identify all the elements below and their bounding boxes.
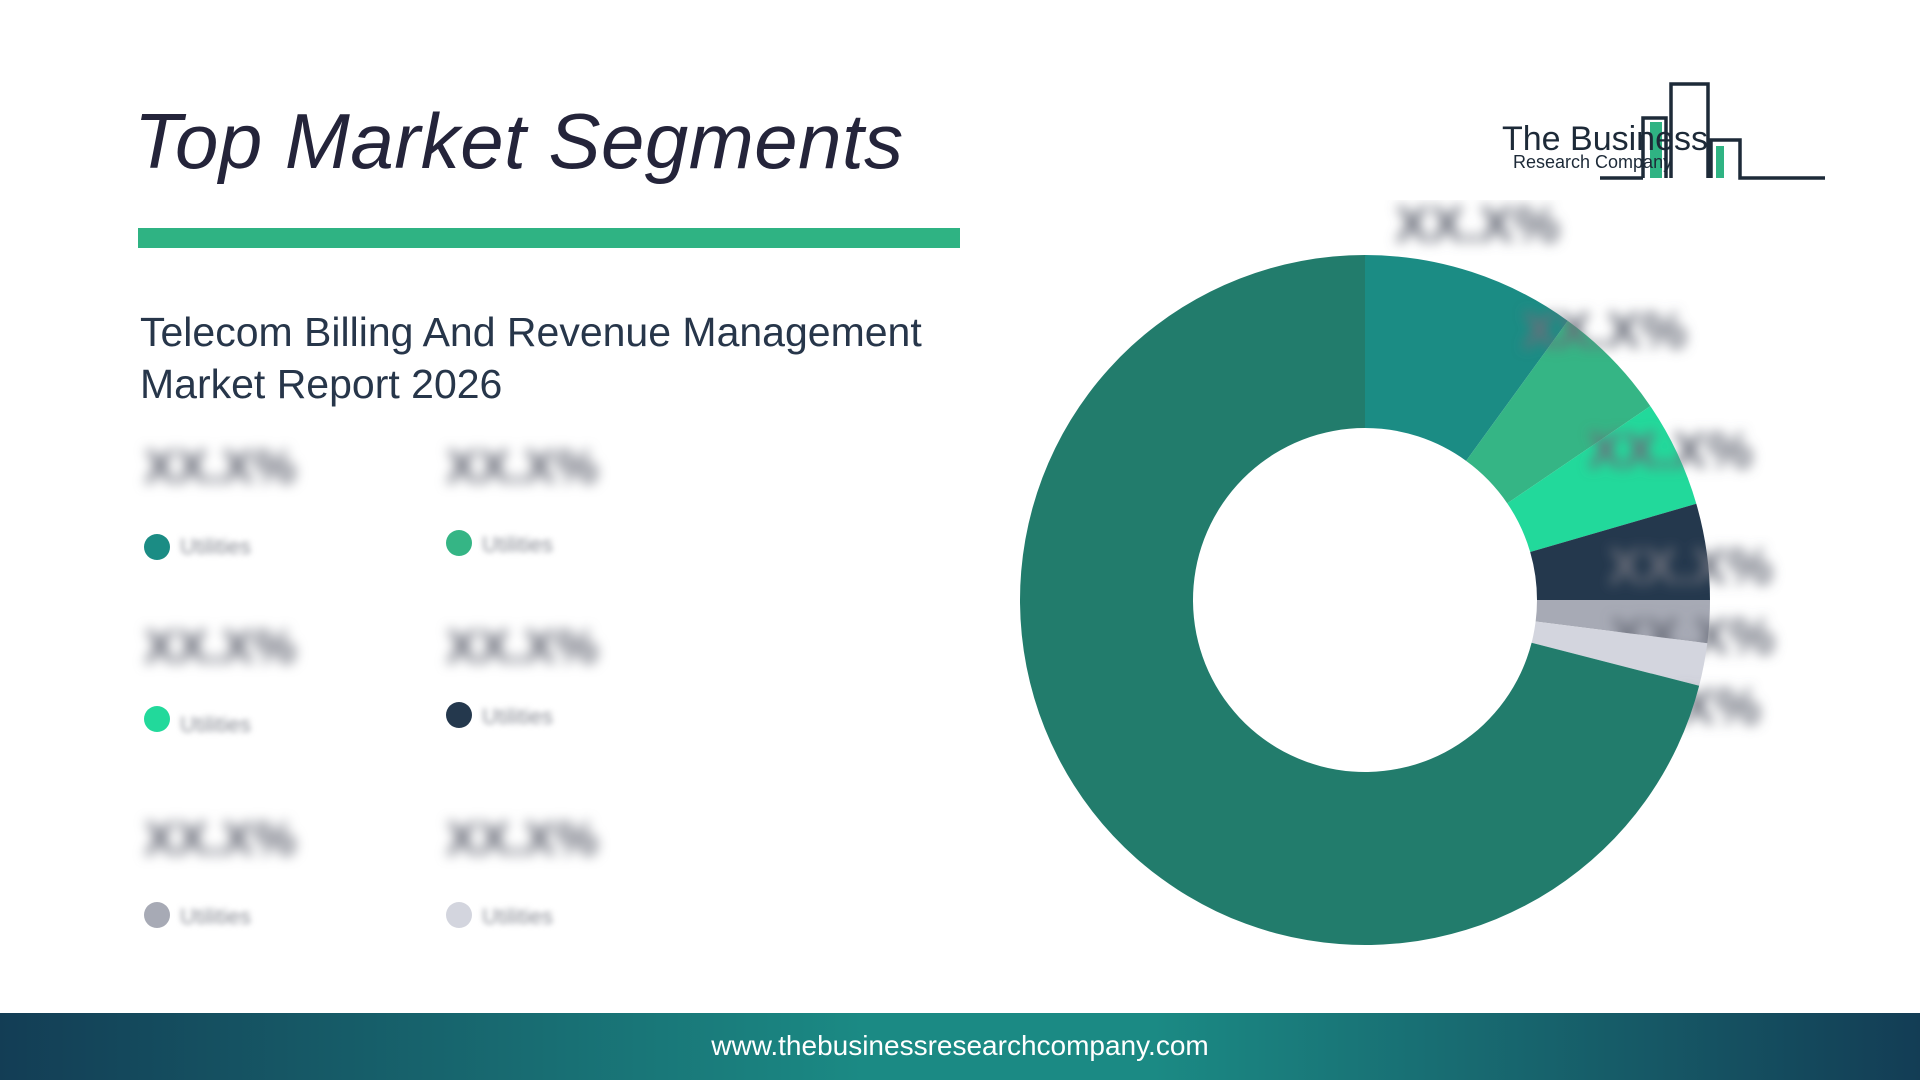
legend-value: XX.X% (446, 441, 599, 494)
legend-label: Utilities (180, 712, 251, 737)
legend-item: XX.X% Utilities (140, 440, 400, 560)
legend-dot (144, 902, 170, 928)
legend-item: XX.X% Utilities (442, 812, 702, 932)
company-logo: The Business Research Company (1500, 82, 1830, 182)
legend-value: XX.X% (144, 621, 297, 674)
legend-value: XX.X% (446, 621, 599, 674)
legend-label: Utilities (482, 532, 553, 557)
legend-dot (446, 702, 472, 728)
title-accent-bar (138, 228, 960, 248)
slice-value-label: XX.X% (1588, 422, 1753, 480)
legend-label: Utilities (180, 534, 251, 559)
slice-value-label: XX.X% (1608, 538, 1773, 596)
legend-dot (144, 706, 170, 732)
legend-dot (446, 902, 472, 928)
legend-label: Utilities (482, 904, 553, 929)
page-title: Top Market Segments (134, 97, 904, 185)
footer-url: www.thebusinessresearchcompany.com (711, 1030, 1209, 1061)
legend-item: XX.X% Utilities (442, 440, 702, 560)
legend-item: XX.X% Utilities (140, 812, 400, 932)
donut-chart: XX.X%XX.X%XX.X%XX.X%XX.X%XX.X% (1000, 196, 1920, 980)
legend-dot (446, 530, 472, 556)
slice-value-label: XX.X% (1522, 302, 1687, 360)
slice-value-label: XX.X% (1395, 200, 1560, 254)
legend-value: XX.X% (144, 441, 297, 494)
donut-chart-svg: XX.X%XX.X%XX.X%XX.X%XX.X%XX.X% (1020, 196, 1775, 945)
legend-label: Utilities (180, 904, 251, 929)
legend-label: Utilities (482, 704, 553, 729)
footer-bar: www.thebusinessresearchcompany.com (0, 1013, 1920, 1080)
logo-text-secondary: Research Company (1513, 152, 1673, 172)
legend-value: XX.X% (144, 813, 297, 866)
legend-item: XX.X% Utilities (442, 620, 702, 740)
report-title: Telecom Billing And Revenue Management M… (140, 309, 922, 407)
legend-value: XX.X% (446, 813, 599, 866)
legend-item: XX.X% Utilities (140, 620, 400, 740)
legend-dot (144, 534, 170, 560)
